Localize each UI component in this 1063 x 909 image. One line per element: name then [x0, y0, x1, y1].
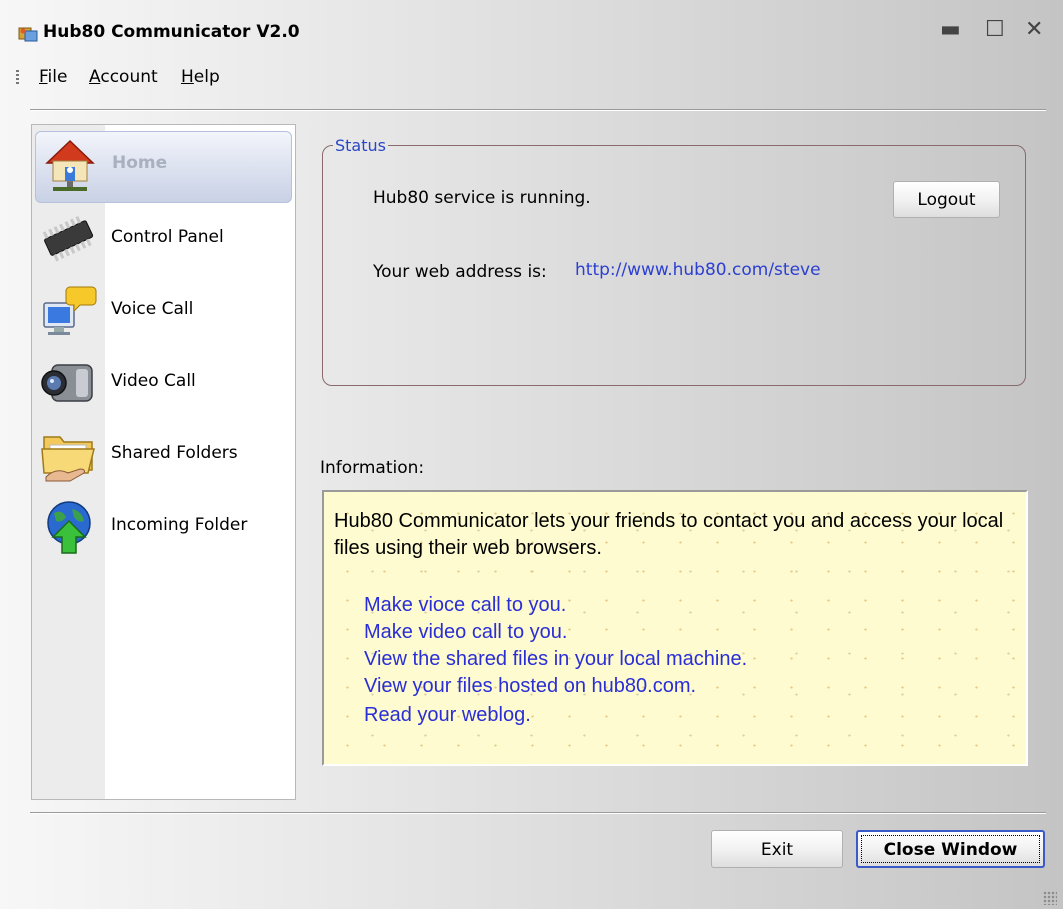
- sidebar-item-home[interactable]: Home: [35, 131, 292, 203]
- main-window: Hub80 Communicator V2.0 ▬ ☐ ✕ File Accou…: [0, 0, 1063, 909]
- close-window-button[interactable]: Close Window: [856, 830, 1045, 868]
- sidebar-item-voice-call[interactable]: Voice Call: [32, 275, 295, 347]
- menu-bar: [0, 62, 1063, 98]
- link-weblog[interactable]: Read your weblog.: [364, 704, 531, 727]
- link-voice-call[interactable]: Make vioce call to you.: [364, 594, 566, 617]
- maximize-icon[interactable]: ☐: [985, 18, 1005, 42]
- status-legend: Status: [335, 136, 386, 155]
- menu-account[interactable]: Account: [89, 67, 158, 87]
- exit-button[interactable]: Exit: [711, 830, 843, 868]
- home-icon: [45, 139, 95, 191]
- information-label: Information:: [320, 458, 425, 478]
- sidebar-item-label: Home: [112, 153, 168, 173]
- sidebar-item-incoming-folder[interactable]: Incoming Folder: [32, 491, 295, 563]
- web-address-label: Your web address is:: [373, 262, 547, 282]
- sidebar-item-label: Shared Folders: [111, 443, 238, 463]
- logout-button[interactable]: Logout: [893, 181, 1000, 218]
- menu-file[interactable]: File: [39, 67, 67, 87]
- sidebar-item-control-panel[interactable]: Control Panel: [32, 203, 295, 275]
- title-bar[interactable]: Hub80 Communicator V2.0 ▬ ☐ ✕: [0, 0, 1063, 60]
- menu-divider: [30, 109, 1046, 111]
- close-icon[interactable]: ✕: [1025, 18, 1043, 42]
- app-logo-icon: [18, 27, 38, 42]
- sidebar-item-shared-folders[interactable]: Shared Folders: [32, 419, 295, 491]
- sidebar-item-label: Incoming Folder: [111, 515, 248, 535]
- sidebar-item-video-call[interactable]: Video Call: [32, 347, 295, 419]
- web-address-link[interactable]: http://www.hub80.com/steve: [575, 260, 821, 280]
- service-status-text: Hub80 service is running.: [373, 188, 591, 208]
- footer-divider: [30, 812, 1046, 814]
- sidebar: Home Control Panel Voice Call Video Call…: [31, 124, 296, 800]
- information-intro: Hub80 Communicator lets your friends to …: [334, 510, 1004, 559]
- globe-download-icon: [47, 501, 91, 554]
- link-video-call[interactable]: Make video call to you.: [364, 621, 567, 644]
- chip-icon: [42, 215, 94, 262]
- minimize-icon[interactable]: ▬: [940, 18, 961, 42]
- resize-grip-icon[interactable]: [1043, 891, 1057, 905]
- window-title: Hub80 Communicator V2.0: [43, 22, 300, 42]
- sidebar-item-label: Video Call: [111, 371, 196, 391]
- sidebar-item-label: Voice Call: [111, 299, 194, 319]
- link-shared-files[interactable]: View the shared files in your local mach…: [364, 648, 747, 671]
- menu-help[interactable]: Help: [181, 67, 220, 87]
- computer-chat-icon: [43, 286, 97, 335]
- sidebar-item-label: Control Panel: [111, 227, 224, 247]
- link-hosted-files[interactable]: View your files hosted on hub80.com.: [364, 675, 696, 698]
- information-panel: Hub80 Communicator lets your friends to …: [322, 490, 1028, 766]
- shared-folder-icon: [41, 436, 95, 482]
- menubar-grip-icon: [16, 70, 19, 86]
- video-camera-icon: [41, 364, 93, 402]
